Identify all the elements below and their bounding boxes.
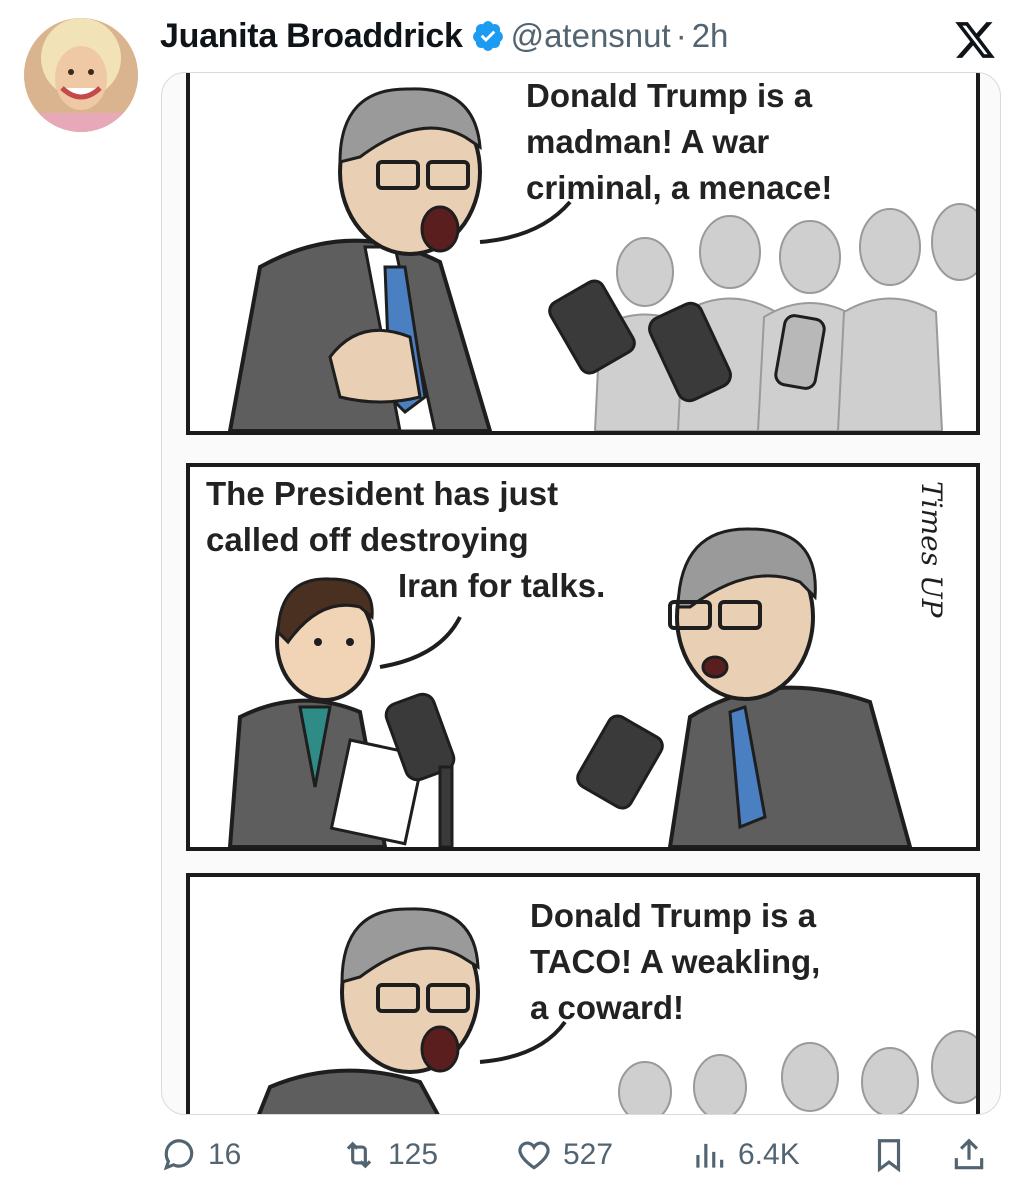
panel-2-caption-line2: Iran for talks. <box>398 567 606 604</box>
panel-3-caption: Donald Trump is a TACO! A weakling, a co… <box>530 897 821 1026</box>
comic-panel-2: The President has just called off destro… <box>186 463 980 851</box>
panel-1-caption: Donald Trump is a madman! A war criminal… <box>526 77 833 206</box>
comic-panel-3: Donald Trump is a TACO! A weakling, a co… <box>186 873 980 1114</box>
share-button[interactable] <box>950 1136 998 1174</box>
avatar[interactable] <box>24 18 138 132</box>
reply-count: 16 <box>208 1138 242 1171</box>
verified-badge-icon <box>472 21 503 51</box>
repost-count: 125 <box>388 1138 439 1171</box>
watermark-times-up: Times UP <box>915 481 948 618</box>
views-count: 6.4K <box>738 1138 800 1171</box>
post-header: Juanita Broaddrick @atensnut · 2h <box>160 12 728 60</box>
panel-2-caption-line1: The President has just called off destro… <box>206 475 559 558</box>
separator: · <box>675 17 687 54</box>
x-logo-icon[interactable] <box>951 18 999 62</box>
views-button[interactable]: 6.4K <box>690 1136 800 1174</box>
heart-icon <box>518 1141 550 1170</box>
post-actions: 16 125 527 6.4K <box>160 1130 1000 1190</box>
comic-panel-1: Donald Trump is a madman! A war criminal… <box>186 73 980 435</box>
analytics-icon <box>696 1143 724 1168</box>
author-handle[interactable]: @atensnut <box>511 17 671 55</box>
like-count: 527 <box>563 1138 614 1171</box>
author-name[interactable]: Juanita Broaddrick <box>160 17 463 56</box>
bookmark-icon <box>877 1139 901 1173</box>
avatar-image <box>24 18 138 132</box>
like-button[interactable]: 527 <box>515 1136 613 1174</box>
reply-button[interactable]: 16 <box>160 1136 241 1174</box>
repost-button[interactable]: 125 <box>340 1136 438 1174</box>
repost-icon <box>346 1141 372 1169</box>
post-time[interactable]: 2h <box>692 17 729 55</box>
share-icon <box>954 1138 984 1170</box>
reply-icon <box>163 1139 194 1171</box>
bookmark-button[interactable] <box>870 1136 918 1174</box>
post-media[interactable]: Donald Trump is a madman! A war criminal… <box>161 72 1001 1115</box>
